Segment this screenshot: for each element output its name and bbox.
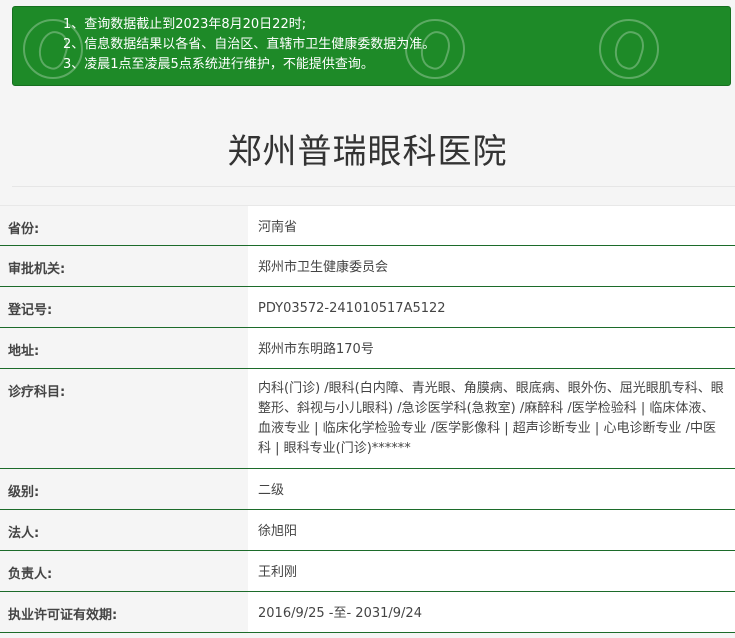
info-row-approval-authority: 审批机关: 郑州市卫生健康委员会 bbox=[0, 246, 735, 287]
page-title: 郑州普瑞眼科医院 bbox=[227, 132, 508, 172]
info-row-departments: 诊疗科目: 内科(门诊) /眼科(白内障、青光眼、角膜病、眼底病、眼外伤、屈光眼… bbox=[0, 369, 735, 469]
page: 1、查询数据截止到2023年8月20日22时; 2、信息数据结果以各省、自治区、… bbox=[0, 0, 735, 638]
info-value: PDY03572-241010517A5122 bbox=[248, 287, 735, 327]
hospital-info-table: 省份: 河南省 审批机关: 郑州市卫生健康委员会 登记号: PDY03572-2… bbox=[0, 205, 735, 633]
info-label: 负责人: bbox=[0, 551, 248, 591]
notice-line-3: 3、凌晨1点至凌晨5点系统进行维护，不能提供查询。 bbox=[63, 57, 374, 72]
info-value: 河南省 bbox=[248, 206, 735, 245]
info-label: 地址: bbox=[0, 328, 248, 368]
title-divider bbox=[12, 186, 735, 187]
info-label: 登记号: bbox=[0, 287, 248, 327]
info-label: 级别: bbox=[0, 469, 248, 509]
notice-line-1: 1、查询数据截止到2023年8月20日22时; bbox=[63, 17, 307, 32]
info-row-license-validity: 执业许可证有效期: 2016/9/25 -至- 2031/9/24 bbox=[0, 592, 735, 633]
info-label: 执业许可证有效期: bbox=[0, 592, 248, 632]
notice-banner: 1、查询数据截止到2023年8月20日22时; 2、信息数据结果以各省、自治区、… bbox=[12, 6, 731, 86]
notice-line-2: 2、信息数据结果以各省、自治区、直辖市卫生健康委数据为准。 bbox=[63, 37, 436, 52]
info-value: 王利刚 bbox=[248, 551, 735, 591]
info-row-province: 省份: 河南省 bbox=[0, 205, 735, 246]
info-label: 省份: bbox=[0, 206, 248, 245]
info-value: 徐旭阳 bbox=[248, 510, 735, 550]
info-row-level: 级别: 二级 bbox=[0, 469, 735, 510]
info-label: 法人: bbox=[0, 510, 248, 550]
info-row-legal-person: 法人: 徐旭阳 bbox=[0, 510, 735, 551]
info-label: 审批机关: bbox=[0, 246, 248, 286]
info-value: 2016/9/25 -至- 2031/9/24 bbox=[248, 592, 735, 632]
info-value: 二级 bbox=[248, 469, 735, 509]
info-value: 内科(门诊) /眼科(白内障、青光眼、角膜病、眼底病、眼外伤、屈光眼肌专科、眼整… bbox=[248, 369, 735, 468]
info-row-responsible-person: 负责人: 王利刚 bbox=[0, 551, 735, 592]
info-label: 诊疗科目: bbox=[0, 369, 248, 468]
info-value: 郑州市东明路170号 bbox=[248, 328, 735, 368]
info-row-address: 地址: 郑州市东明路170号 bbox=[0, 328, 735, 369]
info-row-registration-number: 登记号: PDY03572-241010517A5122 bbox=[0, 287, 735, 328]
info-value: 郑州市卫生健康委员会 bbox=[248, 246, 735, 286]
